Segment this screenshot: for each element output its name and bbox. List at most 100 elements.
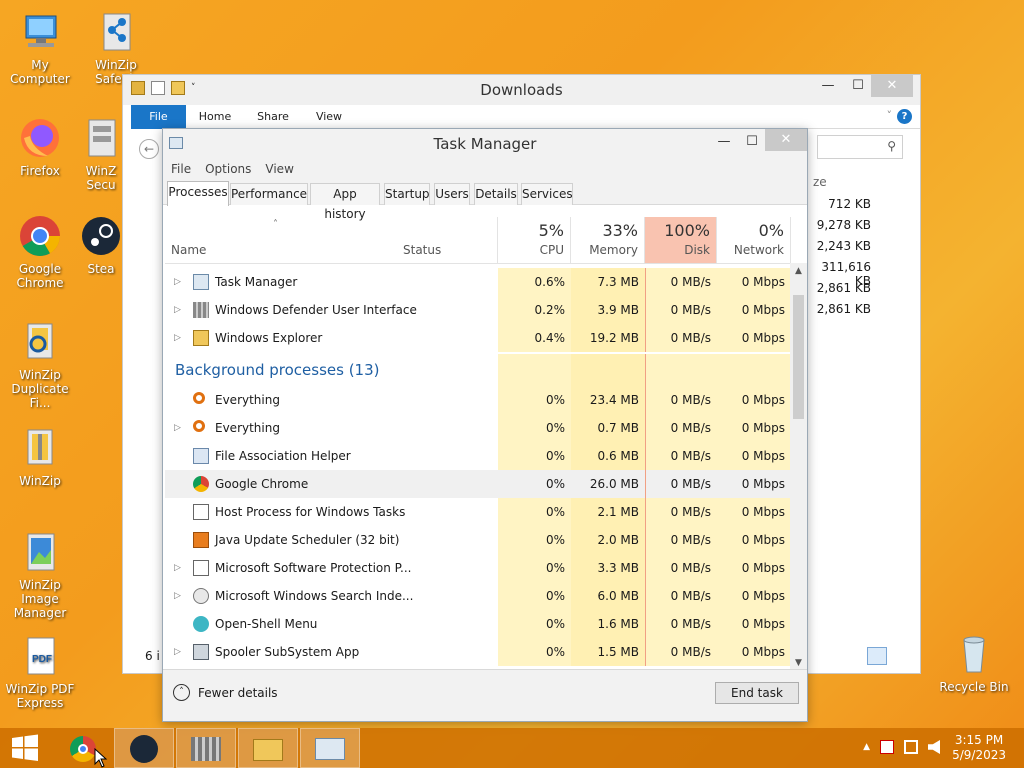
table-row[interactable]: ▷ Microsoft Windows Search Inde... 0% 6.…: [165, 582, 791, 610]
size-column-header[interactable]: ze: [813, 175, 913, 191]
network-value: 0 Mbps: [717, 582, 791, 610]
cpu-value: 0%: [498, 526, 571, 554]
desktop-icon-my-computer[interactable]: My Computer: [0, 10, 80, 86]
ribbon-expand-icon[interactable]: ˅: [887, 109, 893, 122]
cpu-value: 0%: [498, 442, 571, 470]
desktop-icon-google-chrome[interactable]: Google Chrome: [0, 214, 80, 290]
tab-app-history[interactable]: App history: [310, 183, 380, 221]
fewer-details-button[interactable]: ˄ Fewer details: [173, 684, 278, 701]
scrollbar-thumb[interactable]: [793, 295, 804, 419]
column-header-network[interactable]: 0% Network: [717, 217, 791, 263]
table-row[interactable]: ▷ Everything 0% 0.7 MB 0 MB/s 0 Mbps: [165, 414, 791, 442]
expand-chevron-icon[interactable]: ▷: [174, 268, 181, 296]
background-processes-header[interactable]: Background processes (13): [175, 354, 380, 386]
back-arrow-icon[interactable]: ←: [139, 139, 159, 159]
start-button[interactable]: [0, 728, 50, 768]
menu-view[interactable]: View: [265, 162, 293, 176]
ribbon-tab-share[interactable]: Share: [251, 105, 295, 129]
expand-chevron-icon[interactable]: ▷: [174, 554, 181, 582]
table-row[interactable]: Everything 0% 23.4 MB 0 MB/s 0 Mbps: [165, 386, 791, 414]
desktop-icon-steam[interactable]: Stea: [76, 214, 126, 276]
chrome-icon: [193, 476, 209, 492]
table-row[interactable]: Open-Shell Menu 0% 1.6 MB 0 MB/s 0 Mbps: [165, 610, 791, 638]
task-manager-minimize-button[interactable]: —: [711, 131, 737, 153]
task-manager-window[interactable]: Task Manager — ☐ ✕ File Options View Pro…: [162, 128, 808, 722]
table-row[interactable]: ▷ Windows Explorer 0.4% 19.2 MB 0 MB/s 0…: [165, 324, 791, 352]
tab-processes[interactable]: Processes: [167, 181, 229, 206]
column-header-name[interactable]: ˄ Name: [165, 217, 399, 263]
table-row[interactable]: File Association Helper 0% 0.6 MB 0 MB/s…: [165, 442, 791, 470]
explorer-titlebar[interactable]: ˅ Downloads — ☐ ✕: [123, 75, 920, 105]
taskbar-task-manager-button[interactable]: [300, 728, 360, 768]
details-view-button[interactable]: [867, 647, 887, 665]
expand-chevron-icon[interactable]: ▷: [174, 324, 181, 352]
desktop-icon-label: WinZip Duplicate Fi...: [11, 368, 69, 410]
scroll-down-icon[interactable]: ▼: [790, 658, 807, 668]
taskbar-winzip-button[interactable]: [176, 728, 236, 768]
ribbon-tab-home[interactable]: Home: [193, 105, 237, 129]
tab-performance[interactable]: Performance: [230, 183, 308, 205]
menu-file[interactable]: File: [171, 162, 191, 176]
taskbar-clock[interactable]: 3:15 PM 5/9/2023: [952, 733, 1006, 763]
search-indexer-icon: [193, 588, 209, 604]
desktop-icon-recycle-bin[interactable]: Recycle Bin: [934, 632, 1014, 694]
menu-options[interactable]: Options: [205, 162, 251, 176]
taskbar-file-explorer-button[interactable]: [238, 728, 298, 768]
file-association-icon: [193, 448, 209, 464]
cpu-value: 0%: [498, 414, 571, 442]
tab-services[interactable]: Services: [521, 183, 573, 205]
expand-chevron-icon[interactable]: ▷: [174, 582, 181, 610]
desktop-icon-winzip-image-manager[interactable]: WinZip Image Manager: [0, 530, 80, 620]
desktop-icon-firefox[interactable]: Firefox: [0, 116, 80, 178]
winzip-safeshare-icon: [94, 10, 138, 54]
table-row[interactable]: ▷ Task Manager 0.6% 7.3 MB 0 MB/s 0 Mbps: [165, 268, 791, 296]
open-shell-icon: [193, 616, 209, 632]
file-size: 712 KB: [828, 197, 871, 211]
column-header-memory[interactable]: 33% Memory: [571, 217, 645, 263]
task-manager-close-button[interactable]: ✕: [765, 129, 807, 151]
file-size: 311,616 KB: [821, 260, 871, 288]
show-hidden-icons-button[interactable]: ▲: [863, 740, 870, 754]
desktop-icon-winzip-security[interactable]: WinZ Secu: [76, 116, 126, 192]
vertical-scrollbar[interactable]: ▲ ▼: [790, 263, 807, 671]
tab-details[interactable]: Details: [474, 183, 518, 205]
task-manager-titlebar[interactable]: Task Manager — ☐ ✕: [163, 129, 807, 159]
task-manager-maximize-button[interactable]: ☐: [739, 131, 765, 153]
column-header-status[interactable]: Status: [399, 217, 498, 263]
table-row[interactable]: Java Update Scheduler (32 bit) 0% 2.0 MB…: [165, 526, 791, 554]
help-icon[interactable]: ?: [897, 109, 912, 124]
process-name: Everything: [215, 421, 280, 435]
column-header-cpu[interactable]: 5% CPU: [498, 217, 571, 263]
expand-chevron-icon[interactable]: ▷: [174, 296, 181, 324]
action-center-flag-icon[interactable]: [880, 740, 894, 754]
desktop-icon-winzip[interactable]: WinZip: [0, 426, 80, 488]
tab-users[interactable]: Users: [434, 183, 470, 205]
process-name: Open-Shell Menu: [215, 617, 318, 631]
process-name: Everything: [215, 393, 280, 407]
ribbon-tab-file[interactable]: File: [131, 105, 186, 129]
explorer-minimize-button[interactable]: —: [815, 75, 841, 97]
expand-chevron-icon[interactable]: ▷: [174, 638, 181, 666]
explorer-maximize-button[interactable]: ☐: [845, 75, 871, 97]
tab-startup[interactable]: Startup: [384, 183, 430, 205]
network-icon[interactable]: [904, 740, 918, 754]
explorer-close-button[interactable]: ✕: [871, 75, 913, 97]
search-box[interactable]: ⚲: [817, 135, 903, 159]
table-row[interactable]: ▷ Microsoft Software Protection P... 0% …: [165, 554, 791, 582]
scroll-up-icon[interactable]: ▲: [790, 266, 807, 276]
table-row[interactable]: ▷ Windows Defender User Interface 0.2% 3…: [165, 296, 791, 324]
expand-chevron-icon[interactable]: ▷: [174, 414, 181, 442]
ribbon-tab-view[interactable]: View: [307, 105, 351, 129]
taskbar-steam-button[interactable]: [114, 728, 174, 768]
table-row[interactable]: Google Chrome 0% 26.0 MB 0 MB/s 0 Mbps: [165, 470, 791, 498]
file-size: 2,861 KB: [816, 281, 871, 295]
table-row[interactable]: Host Process for Windows Tasks 0% 2.1 MB…: [165, 498, 791, 526]
desktop-icon-winzip-duplicate[interactable]: WinZip Duplicate Fi...: [0, 320, 80, 410]
explorer-ribbon-tabs: File Home Share View ˅ ?: [131, 105, 920, 129]
table-row[interactable]: ▷ Spooler SubSystem App 0% 1.5 MB 0 MB/s…: [165, 638, 791, 666]
large-icons-view-button[interactable]: [891, 647, 911, 665]
desktop-icon-winzip-pdf-express[interactable]: PDF WinZip PDF Express: [0, 634, 80, 710]
volume-muted-icon[interactable]: [928, 740, 940, 754]
end-task-button[interactable]: End task: [715, 682, 799, 704]
column-header-disk[interactable]: 100% Disk: [645, 217, 717, 263]
